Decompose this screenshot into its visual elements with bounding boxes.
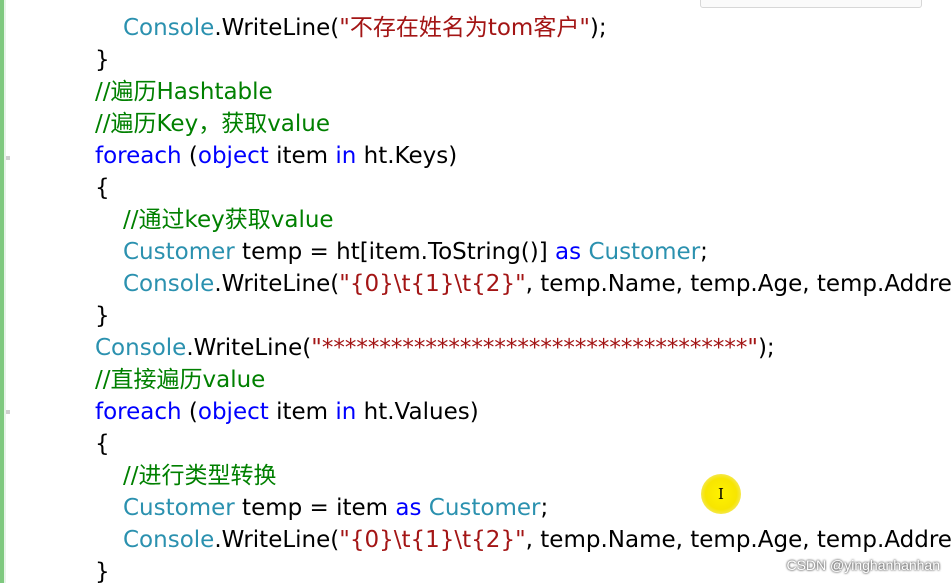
code-line[interactable]: //直接遍历value bbox=[95, 364, 265, 396]
code-text-token: .WriteLine( bbox=[214, 15, 340, 41]
code-keyword-token: as bbox=[555, 239, 582, 265]
code-type-token: Console bbox=[123, 15, 215, 41]
code-line[interactable]: //通过key获取value bbox=[123, 204, 334, 236]
code-string-token: "{0}\t{1}\t{2}" bbox=[339, 527, 526, 553]
code-comment: //通过key获取value bbox=[123, 207, 334, 233]
code-text-token: temp = item bbox=[234, 495, 396, 521]
code-line[interactable]: //遍历Key，获取value bbox=[95, 108, 330, 140]
code-brace: } bbox=[95, 559, 110, 585]
code-brace: { bbox=[95, 175, 110, 201]
code-comment: //进行类型转换 bbox=[123, 463, 277, 489]
code-text-token: .WriteLine( bbox=[214, 271, 340, 297]
code-keyword-token: object bbox=[197, 399, 269, 425]
scroll-hint-box bbox=[700, 0, 922, 8]
code-string-token: "*************************************" bbox=[311, 335, 758, 361]
code-line[interactable]: //进行类型转换 bbox=[123, 460, 277, 492]
code-text-token: ht.Keys) bbox=[356, 143, 458, 169]
code-type-token: Console bbox=[123, 271, 215, 297]
code-keyword-token: object bbox=[197, 143, 269, 169]
code-comment: //遍历Key，获取value bbox=[95, 111, 331, 137]
code-type-token: Customer bbox=[428, 495, 541, 521]
code-line[interactable]: Customer temp = item as Customer; bbox=[123, 492, 548, 524]
code-type-token: Customer bbox=[123, 239, 235, 265]
code-brace: } bbox=[95, 47, 110, 73]
code-text-token: temp = ht[item.ToString()] bbox=[234, 239, 556, 265]
code-keyword-token: foreach bbox=[95, 143, 182, 169]
code-text-token: .WriteLine( bbox=[214, 527, 340, 553]
code-keyword-token: as bbox=[395, 495, 422, 521]
code-line[interactable]: } bbox=[95, 300, 110, 332]
text-cursor-icon: I bbox=[718, 485, 724, 503]
code-text-token: ; bbox=[700, 239, 708, 265]
code-text-token: ht.Values) bbox=[356, 399, 479, 425]
code-line[interactable]: Console.WriteLine("{0}\t{1}\t{2}", temp.… bbox=[123, 268, 952, 300]
code-brace: { bbox=[95, 431, 110, 457]
code-line[interactable]: Customer temp = ht[item.ToString()] as C… bbox=[123, 236, 708, 268]
code-line[interactable]: } bbox=[95, 556, 110, 588]
code-text-token: ); bbox=[757, 335, 775, 361]
code-text-token: ( bbox=[181, 399, 198, 425]
gutter-marker bbox=[6, 156, 10, 160]
code-string-token: "不存在姓名为tom客户" bbox=[339, 15, 590, 41]
code-text-token: ; bbox=[540, 495, 549, 521]
code-line[interactable]: Console.WriteLine("{0}\t{1}\t{2}", temp.… bbox=[123, 524, 952, 556]
code-type-token: Console bbox=[95, 335, 187, 361]
change-margin-stripe-light bbox=[4, 0, 6, 583]
code-type-token: Customer bbox=[123, 495, 235, 521]
code-type-token: Customer bbox=[588, 239, 701, 265]
code-line[interactable]: Console.WriteLine("不存在姓名为tom客户"); bbox=[123, 12, 607, 44]
code-line[interactable]: foreach (object item in ht.Keys) bbox=[95, 140, 457, 172]
code-line[interactable]: { bbox=[95, 172, 110, 204]
code-line[interactable]: } bbox=[95, 44, 110, 76]
code-string-token: "{0}\t{1}\t{2}" bbox=[339, 271, 526, 297]
code-keyword-token: in bbox=[335, 143, 357, 169]
code-line[interactable]: Console.WriteLine("*********************… bbox=[95, 332, 775, 364]
code-comment: //遍历Hashtable bbox=[95, 79, 273, 105]
code-text-token: item bbox=[268, 399, 336, 425]
code-text-token: .WriteLine( bbox=[186, 335, 312, 361]
code-text-token: item bbox=[268, 143, 336, 169]
watermark: CSDN @yinghanhanhan bbox=[786, 557, 940, 573]
code-text-token: , temp.Name, temp.Age, temp.Address); bbox=[525, 527, 952, 553]
code-brace: } bbox=[95, 303, 110, 329]
code-line[interactable]: { bbox=[95, 428, 110, 460]
code-text-token: ( bbox=[181, 143, 198, 169]
code-type-token: Console bbox=[123, 527, 215, 553]
gutter-marker bbox=[6, 410, 10, 414]
code-comment: //直接遍历value bbox=[95, 367, 266, 393]
code-text-token: , temp.Name, temp.Age, temp.Address); bbox=[525, 271, 952, 297]
code-line[interactable]: foreach (object item in ht.Values) bbox=[95, 396, 479, 428]
code-editor[interactable]: Console.WriteLine("不存在姓名为tom客户"); } //遍历… bbox=[0, 0, 952, 585]
code-line[interactable]: //遍历Hashtable bbox=[95, 76, 273, 108]
code-keyword-token: in bbox=[335, 399, 357, 425]
code-keyword-token: foreach bbox=[95, 399, 182, 425]
code-text-token: ); bbox=[589, 15, 607, 41]
